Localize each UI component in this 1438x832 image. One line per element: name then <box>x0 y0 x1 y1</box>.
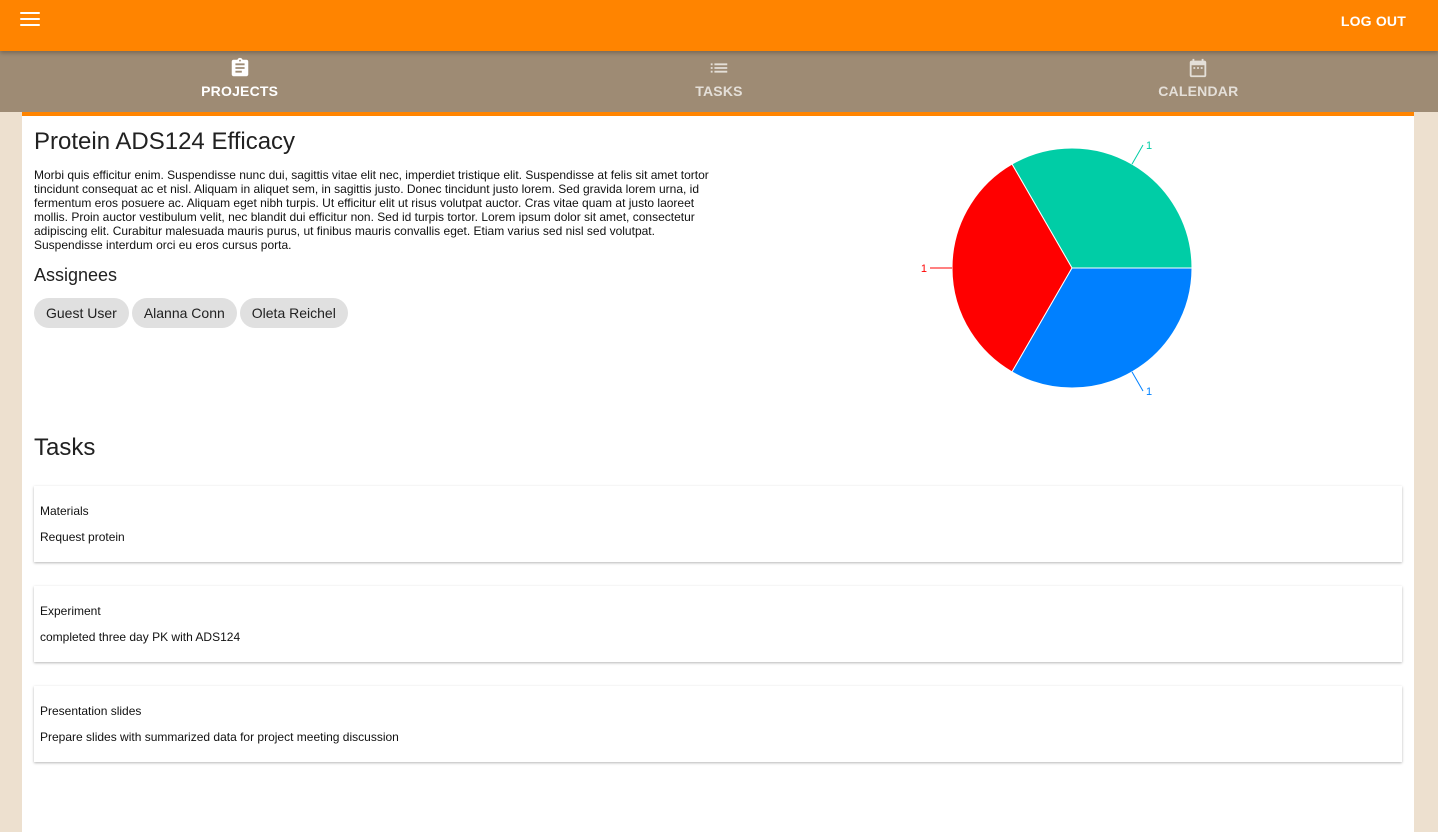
logout-button[interactable]: LOG OUT <box>1341 13 1406 29</box>
tab-label: PROJECTS <box>201 83 279 99</box>
task-card-experiment[interactable]: Experiment completed three day PK with A… <box>34 586 1402 662</box>
task-description: completed three day PK with ADS124 <box>40 630 241 644</box>
active-tab-indicator <box>22 112 1414 116</box>
pie-slice-label: 1 <box>921 263 927 275</box>
hamburger-menu-icon[interactable] <box>18 10 42 28</box>
tab-label: CALENDAR <box>1158 83 1239 99</box>
clipboard-icon <box>231 57 248 77</box>
menu-line <box>20 18 40 20</box>
task-description: Request protein <box>40 530 125 544</box>
tab-calendar[interactable]: CALENDAR <box>959 51 1438 112</box>
app-bar: LOG OUT <box>0 0 1438 51</box>
assignee-chip[interactable]: Alanna Conn <box>131 298 237 328</box>
pie-slice-label: 1 <box>1146 386 1152 398</box>
task-list: Materials Request protein Experiment com… <box>34 486 1402 786</box>
task-title: Materials <box>40 504 89 518</box>
pie-label-line <box>1131 144 1144 165</box>
menu-line <box>20 24 40 26</box>
assignee-chip[interactable]: Guest User <box>34 298 129 328</box>
task-card-presentation-slides[interactable]: Presentation slides Prepare slides with … <box>34 686 1402 762</box>
project-description: Morbi quis efficitur enim. Suspendisse n… <box>34 168 709 252</box>
task-title: Presentation slides <box>40 704 142 718</box>
pie-label-line <box>1131 371 1144 392</box>
list-icon <box>710 63 728 73</box>
calendar-icon <box>1190 58 1207 78</box>
tasks-heading: Tasks <box>34 434 96 461</box>
assignee-chips: Guest User Alanna Conn Oleta Reichel <box>34 298 348 328</box>
tab-label: TASKS <box>695 83 743 99</box>
assignees-heading: Assignees <box>34 265 118 285</box>
tab-projects[interactable]: PROJECTS <box>0 51 479 112</box>
task-title: Experiment <box>40 604 101 618</box>
page-title: Protein ADS124 Efficacy <box>34 128 296 155</box>
tab-bar: PROJECTS TASKS CALENDAR <box>0 51 1438 112</box>
task-status-pie-chart: 1 1 1 <box>921 140 1193 398</box>
project-card: Protein ADS124 Efficacy Morbi quis effic… <box>22 116 1414 832</box>
assignee-chip[interactable]: Oleta Reichel <box>239 298 348 328</box>
menu-line <box>20 12 40 14</box>
task-description: Prepare slides with summarized data for … <box>40 730 399 744</box>
pie-slice-label: 1 <box>1146 140 1152 152</box>
task-card-materials[interactable]: Materials Request protein <box>34 486 1402 562</box>
tab-tasks[interactable]: TASKS <box>479 51 958 112</box>
